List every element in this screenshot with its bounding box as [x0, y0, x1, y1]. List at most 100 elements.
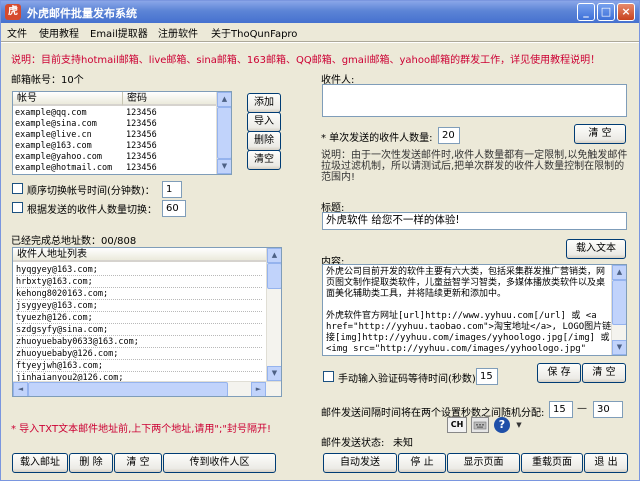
sequential-switch-label: 顺序切换帐号时间(分钟数)： — [27, 186, 155, 197]
scroll-thumb[interactable] — [217, 107, 231, 159]
scroll-down-icon[interactable]: ▼ — [217, 159, 231, 174]
account-row-password[interactable]: 123456 — [126, 152, 211, 163]
menu-file[interactable]: 文件 — [7, 25, 27, 40]
account-row-password[interactable]: 123456 — [126, 174, 211, 175]
addresses-hscrollbar[interactable]: ◄ ► — [13, 381, 281, 396]
menu-register[interactable]: 注册软件 — [158, 25, 198, 40]
scroll-thumb[interactable] — [612, 280, 626, 325]
address-list-item[interactable]: zhuoyuebaby@126.com; — [16, 348, 262, 360]
scroll-left-icon[interactable]: ◄ — [13, 382, 28, 396]
menu-about[interactable]: 关于ThoQunFapro — [211, 25, 297, 40]
content-textarea[interactable]: 外虎公司目前开发的软件主要有六大类，包括采集群发推广营销类，网页图文制作提取类软… — [322, 264, 627, 356]
keyboard-icon[interactable] — [471, 417, 489, 433]
content-text-intro: 外虎公司目前开发的软件主要有六大类，包括采集群发推广营销类，网页图文制作提取类软… — [326, 267, 606, 299]
auto-send-button[interactable]: 自动发送 — [323, 453, 397, 473]
address-list-item[interactable]: ftyeyjwh@163.com; — [16, 360, 262, 372]
addresses-list[interactable]: 收件人地址列表 hyqgyey@163.com; hrbxty@163.com; k… — [12, 247, 282, 397]
address-list-item[interactable]: szdgsyfy@sina.com; — [16, 324, 262, 336]
delete-account-button[interactable]: 删除 — [247, 131, 281, 151]
status-value: 未知 — [393, 438, 413, 449]
add-account-button[interactable]: 添加 — [247, 93, 281, 113]
content-scrollbar[interactable]: ▲ ▼ — [611, 265, 626, 355]
recipients-note: 说明：由于一次性发送邮件时,收件人数量都有一定限制,以免触发邮件拉圾过滤机制，所… — [321, 150, 628, 183]
account-row-password[interactable]: 123456 — [126, 130, 211, 141]
captcha-wait-input[interactable]: 15 — [476, 368, 498, 385]
account-row-email[interactable]: example@live.cn — [15, 130, 121, 141]
scroll-thumb[interactable] — [267, 263, 281, 289]
clear-addresses-button[interactable]: 清 空 — [114, 453, 162, 473]
recipients-textarea[interactable] — [322, 84, 627, 117]
scroll-right-icon[interactable]: ► — [251, 382, 266, 396]
address-list-item[interactable]: tyuezh@126.com; — [16, 312, 262, 324]
load-addresses-button[interactable]: 载入邮址 — [12, 453, 68, 473]
account-row-password[interactable]: 123456 — [126, 141, 211, 152]
load-text-button[interactable]: 载入文本 — [566, 239, 626, 259]
address-list-item[interactable]: hyqgyey@163.com; — [16, 264, 262, 276]
reload-page-button[interactable]: 重载页面 — [521, 453, 583, 473]
account-row-email[interactable]: example@sina.com — [15, 119, 121, 130]
count-switch-input[interactable]: 60 — [162, 200, 186, 217]
menu-bar: 文件 使用教程 Email提取器 注册软件 关于ThoQunFapro — [1, 23, 639, 41]
manual-captcha-checkbox[interactable] — [323, 371, 334, 382]
subject-input[interactable]: 外虎软件 给您不一样的体验! — [322, 212, 627, 230]
account-row-password[interactable]: 123456 — [126, 163, 211, 174]
maximize-button[interactable]: □ — [597, 3, 615, 21]
scroll-down-icon[interactable]: ▼ — [267, 366, 281, 381]
delete-address-button[interactable]: 删 除 — [69, 453, 113, 473]
menu-email-extractor[interactable]: Email提取器 — [90, 25, 148, 40]
count-switch-label: 根据发送的收件人数量切换： — [27, 205, 157, 216]
show-page-button[interactable]: 显示页面 — [447, 453, 520, 473]
sequential-switch-checkbox[interactable] — [12, 183, 23, 194]
interval-to-input[interactable]: 30 — [593, 401, 623, 418]
exit-button[interactable]: 退 出 — [584, 453, 628, 473]
accounts-count-label: 邮箱帐号：10个 — [11, 75, 84, 86]
title-bar[interactable]: 虎 外虎邮件批量发布系统 _ □ × — [1, 1, 639, 23]
accounts-scrollbar[interactable]: ▲ ▼ — [216, 92, 231, 174]
clear-accounts-button[interactable]: 清空 — [247, 150, 281, 170]
account-row-email[interactable]: example@163.com — [15, 141, 121, 152]
import-hint: * 导入TXT文本邮件地址前,上下两个地址,请用";"封号隔开! — [11, 424, 272, 435]
scroll-up-icon[interactable]: ▲ — [612, 265, 626, 280]
close-button[interactable]: × — [617, 3, 635, 21]
recipients-count-input[interactable]: 20 — [438, 127, 460, 144]
content-text-links: 外虎软件官方网址[url]http://www.yyhuu.com[/url] … — [326, 311, 612, 354]
ime-ch-indicator[interactable]: CH — [447, 417, 467, 433]
save-button[interactable]: 保 存 — [537, 363, 581, 383]
address-list-item[interactable]: hrbxty@163.com; — [16, 276, 262, 288]
address-list-item[interactable]: zhuoyuebaby0633@163.com; — [16, 336, 262, 348]
clear-content-button[interactable]: 清 空 — [582, 363, 626, 383]
addresses-vscrollbar[interactable]: ▲ ▼ — [266, 248, 281, 381]
clear-recipients-button[interactable]: 清 空 — [574, 124, 626, 144]
scroll-down-icon[interactable]: ▼ — [612, 340, 626, 355]
send-to-recipients-button[interactable]: 传到收件人区 — [163, 453, 276, 473]
help-icon[interactable]: ? — [494, 417, 510, 433]
account-row-email[interactable]: example@yahoo.com — [15, 152, 121, 163]
import-accounts-button[interactable]: 导入 — [247, 112, 281, 132]
column-header-account[interactable]: 帐号 — [13, 92, 123, 106]
count-switch-checkbox[interactable] — [12, 202, 23, 213]
sequential-minutes-input[interactable]: 1 — [162, 181, 182, 198]
account-row-password[interactable]: 123456 — [126, 119, 211, 130]
scroll-up-icon[interactable]: ▲ — [217, 92, 231, 107]
interval-from-input[interactable]: 15 — [549, 401, 573, 418]
address-list-item[interactable]: kehong8020163.com; — [16, 288, 262, 300]
account-row-password[interactable]: 123456 — [126, 108, 211, 119]
address-list-item[interactable]: jsygyey@163.com; — [16, 300, 262, 312]
account-row-email[interactable]: example@qq.com — [15, 108, 121, 119]
column-header-addresses[interactable]: 收件人地址列表 — [13, 248, 268, 262]
interval-label: 邮件发送间隔时间将在两个设置秒数之间随机分配: — [321, 408, 545, 419]
scroll-up-icon[interactable]: ▲ — [267, 248, 281, 263]
stop-button[interactable]: 停 止 — [398, 453, 446, 473]
scroll-thumb[interactable] — [28, 382, 228, 396]
app-icon: 虎 — [5, 4, 21, 20]
account-row-email[interactable]: example@gmail.com — [15, 174, 121, 175]
account-row-email[interactable]: example@hotmail.com — [15, 163, 121, 174]
accounts-list[interactable]: 帐号 密码 example@qq.com 123456 example@sina.c… — [12, 91, 232, 175]
main-window: 虎 外虎邮件批量发布系统 _ □ × 文件 使用教程 Email提取器 注册软件… — [0, 0, 640, 481]
column-header-password[interactable]: 密码 — [123, 92, 218, 106]
support-notice: 说明：目前支持hotmail邮箱、live邮箱、sina邮箱、163邮箱、QQ邮… — [11, 55, 601, 66]
dropdown-arrow-icon[interactable]: ▼ — [513, 419, 525, 431]
menu-tutorial[interactable]: 使用教程 — [39, 25, 79, 40]
minimize-button[interactable]: _ — [577, 3, 595, 21]
address-list-item[interactable]: haitianyoueryuan@163.com; — [16, 396, 262, 397]
